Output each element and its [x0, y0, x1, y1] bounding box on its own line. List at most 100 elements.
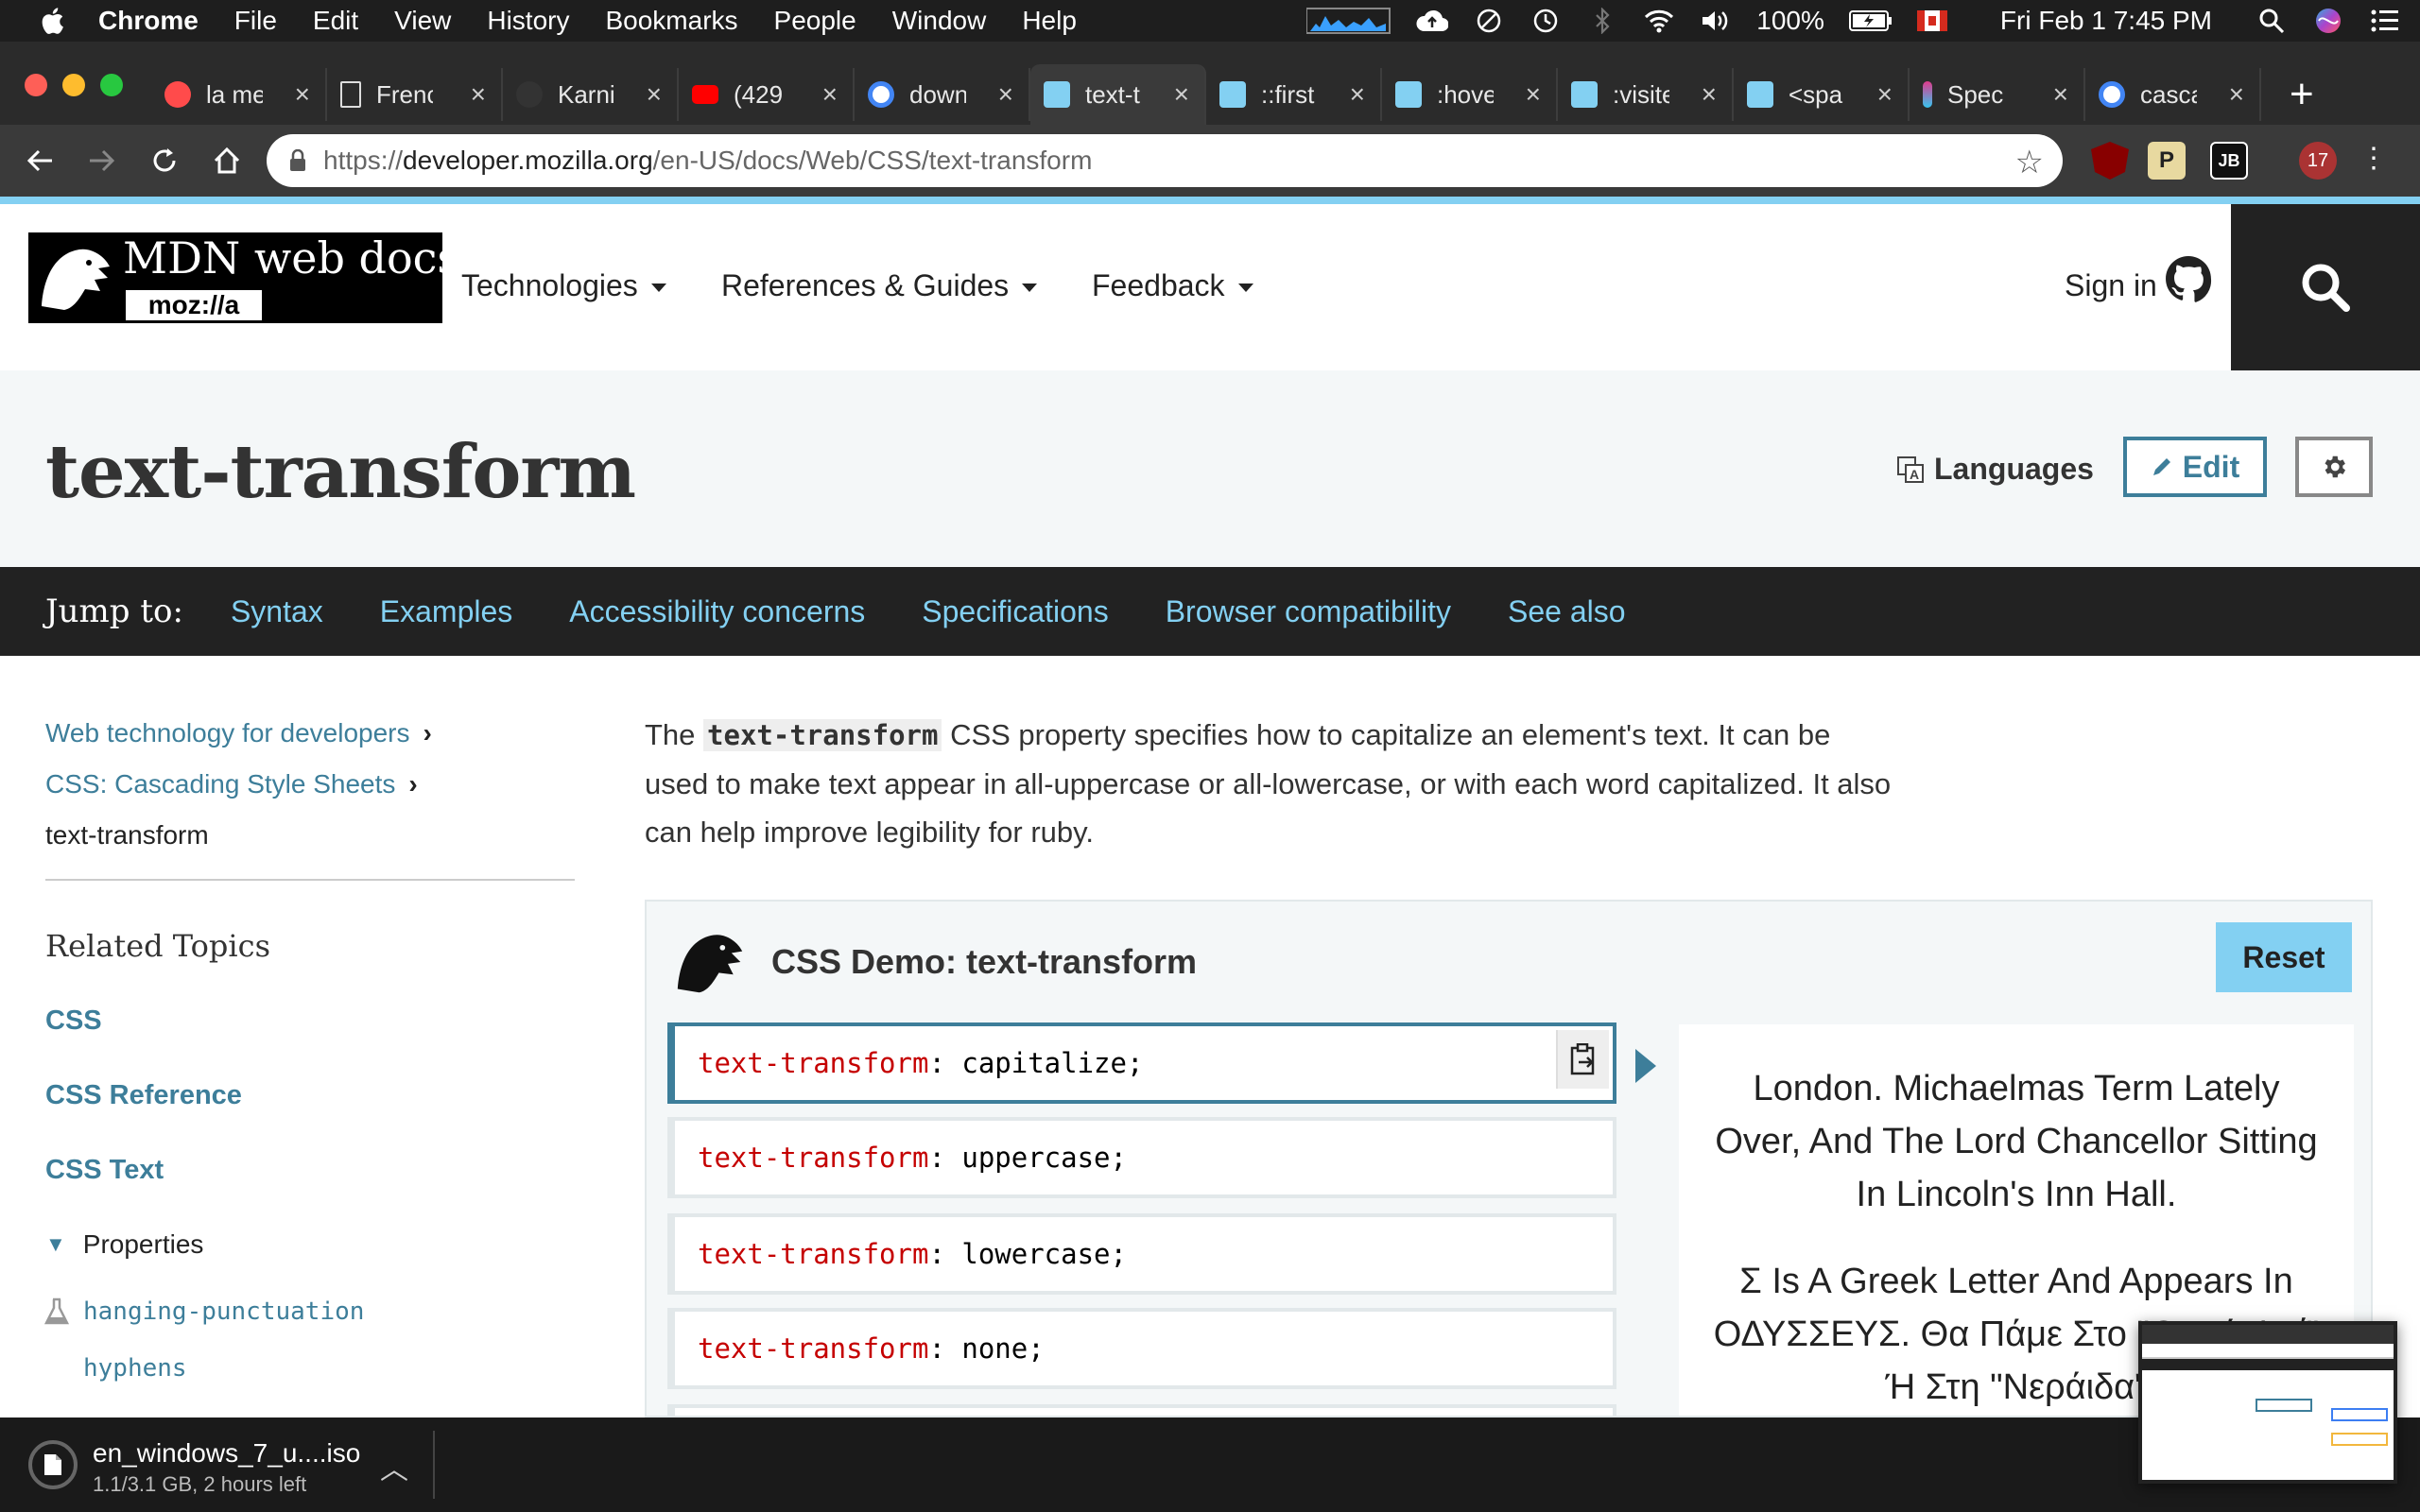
address-bar[interactable]: https://developer.mozilla.org/en-US/docs… — [267, 134, 2063, 187]
wifi-icon[interactable] — [1643, 7, 1675, 35]
notification-center-icon[interactable] — [2369, 7, 2401, 35]
tab-close-icon[interactable]: × — [1350, 79, 1365, 110]
ublock-extension-icon[interactable] — [2091, 142, 2129, 180]
browser-tab[interactable]: :hove × — [1382, 68, 1558, 121]
jetbrains-extension-icon[interactable]: JB — [2210, 142, 2248, 180]
demo-choice[interactable]: text-transform: none; — [667, 1308, 1616, 1389]
do-not-disturb-icon[interactable] — [1473, 7, 1505, 35]
topic-link-css-text[interactable]: CSS Text — [45, 1155, 575, 1186]
nav-references-guides[interactable]: References & Guides — [721, 268, 1038, 303]
apple-icon[interactable] — [38, 5, 70, 37]
download-item-button[interactable] — [28, 1440, 78, 1489]
reset-button[interactable]: Reset — [2216, 922, 2352, 992]
topic-link-css-reference[interactable]: CSS Reference — [45, 1080, 575, 1111]
browser-tab[interactable]: (429 × — [679, 68, 855, 121]
menu-window[interactable]: Window — [892, 6, 987, 36]
menu-app-name[interactable]: Chrome — [98, 6, 199, 36]
browser-tab[interactable]: casca × — [2085, 68, 2261, 121]
tab-close-icon[interactable]: × — [1702, 79, 1717, 110]
time-machine-icon[interactable] — [1530, 7, 1562, 35]
browser-tab[interactable]: Spec × — [1910, 68, 2085, 121]
browser-tab[interactable]: ::first × — [1206, 68, 1382, 121]
lock-icon[interactable] — [289, 149, 306, 172]
topic-link-css[interactable]: CSS — [45, 1005, 575, 1037]
menu-file[interactable]: File — [234, 6, 277, 36]
download-filename[interactable]: en_windows_7_u....iso — [93, 1438, 360, 1469]
chrome-menu-icon[interactable]: ⋮ — [2360, 142, 2388, 180]
canada-flag-icon[interactable] — [1916, 10, 1947, 31]
choice-property: text-transform — [698, 1047, 929, 1079]
property-link-hanging-punctuation[interactable]: hanging-punctuation — [43, 1297, 575, 1326]
tab-close-icon[interactable]: × — [647, 79, 662, 110]
window-zoom-button[interactable] — [100, 74, 123, 96]
tab-close-icon[interactable]: × — [822, 79, 838, 110]
menu-history[interactable]: History — [487, 6, 569, 36]
tab-close-icon[interactable]: × — [1174, 79, 1189, 110]
p-extension-icon[interactable]: P — [2148, 142, 2186, 180]
edit-button[interactable]: Edit — [2123, 437, 2267, 497]
tab-close-icon[interactable]: × — [471, 79, 486, 110]
browser-tab[interactable]: Frenc × — [327, 68, 503, 121]
tab-close-icon[interactable]: × — [2229, 79, 2244, 110]
browser-tab[interactable]: la me × — [151, 68, 327, 121]
activity-monitor-icon[interactable] — [1306, 7, 1392, 35]
properties-toggle[interactable]: ▼ Properties — [45, 1229, 575, 1260]
bluetooth-icon[interactable] — [1586, 7, 1618, 35]
breadcrumb-css[interactable]: CSS: Cascading Style Sheets › — [45, 769, 575, 799]
spotlight-search-icon[interactable] — [2256, 7, 2288, 35]
property-link-hyphens[interactable]: hyphens — [83, 1354, 575, 1383]
tab-close-icon[interactable]: × — [1526, 79, 1541, 110]
tab-close-icon[interactable]: × — [1877, 79, 1893, 110]
chevron-up-icon[interactable]: ︿ — [380, 1446, 408, 1487]
screenshot-thumbnail[interactable] — [2138, 1321, 2397, 1484]
tab-close-icon[interactable]: × — [2053, 79, 2068, 110]
site-search-button[interactable] — [2231, 204, 2420, 370]
window-minimize-button[interactable] — [62, 74, 85, 96]
new-tab-button[interactable]: + — [2290, 68, 2314, 125]
browser-tab[interactable]: :visite × — [1558, 68, 1734, 121]
tab-favicon-icon — [1923, 81, 1932, 108]
reload-icon[interactable] — [144, 140, 185, 181]
sign-in-link[interactable]: Sign in — [2065, 268, 2157, 303]
mdn-logo[interactable]: MDN web docs moz://a — [28, 232, 459, 323]
page-settings-button[interactable] — [2295, 437, 2373, 497]
breadcrumb-web-tech[interactable]: Web technology for developers › — [45, 718, 575, 748]
jump-link-syntax[interactable]: Syntax — [231, 594, 323, 629]
browser-tab[interactable]: <spa × — [1734, 68, 1910, 121]
back-arrow-icon[interactable] — [19, 140, 60, 181]
jump-link-browser-compat[interactable]: Browser compatibility — [1166, 594, 1451, 629]
demo-choice-selected[interactable]: text-transform: capitalize; — [667, 1022, 1616, 1104]
jump-link-accessibility[interactable]: Accessibility concerns — [569, 594, 865, 629]
forward-arrow-icon[interactable] — [81, 140, 123, 181]
menu-help[interactable]: Help — [1022, 6, 1077, 36]
menu-edit[interactable]: Edit — [313, 6, 358, 36]
nav-technologies[interactable]: Technologies — [461, 268, 666, 303]
demo-choice[interactable]: text-transform: lowercase; — [667, 1213, 1616, 1295]
menu-people[interactable]: People — [774, 6, 856, 36]
menu-bookmarks[interactable]: Bookmarks — [605, 6, 737, 36]
demo-choice[interactable]: text-transform: uppercase; — [667, 1117, 1616, 1198]
window-close-button[interactable] — [25, 74, 47, 96]
menubar-datetime[interactable]: Fri Feb 1 7:45 PM — [2000, 6, 2212, 36]
bookmark-star-icon[interactable]: ☆ — [2015, 144, 2044, 181]
browser-tab-active[interactable]: text-t × — [1030, 64, 1206, 125]
nav-feedback[interactable]: Feedback — [1092, 268, 1253, 303]
cloud-upload-icon[interactable] — [1416, 7, 1449, 35]
siri-icon[interactable] — [2312, 7, 2344, 35]
copy-to-clipboard-button[interactable] — [1556, 1030, 1609, 1089]
home-icon[interactable] — [206, 140, 248, 181]
demo-choice-partial[interactable] — [667, 1404, 1616, 1416]
browser-tab[interactable]: down × — [855, 68, 1030, 121]
languages-button[interactable]: A Languages — [1896, 452, 2094, 487]
tab-close-icon[interactable]: × — [998, 79, 1013, 110]
jump-link-see-also[interactable]: See also — [1508, 594, 1626, 629]
browser-tab[interactable]: Karni × — [503, 68, 679, 121]
jump-link-specifications[interactable]: Specifications — [922, 594, 1108, 629]
jump-link-examples[interactable]: Examples — [380, 594, 513, 629]
tab-close-icon[interactable]: × — [295, 79, 310, 110]
extension-badge-icon[interactable]: 17 — [2299, 142, 2337, 180]
github-icon[interactable] — [2165, 255, 2212, 302]
battery-icon[interactable] — [1848, 7, 1893, 35]
menu-view[interactable]: View — [394, 6, 451, 36]
volume-icon[interactable] — [1700, 7, 1732, 35]
